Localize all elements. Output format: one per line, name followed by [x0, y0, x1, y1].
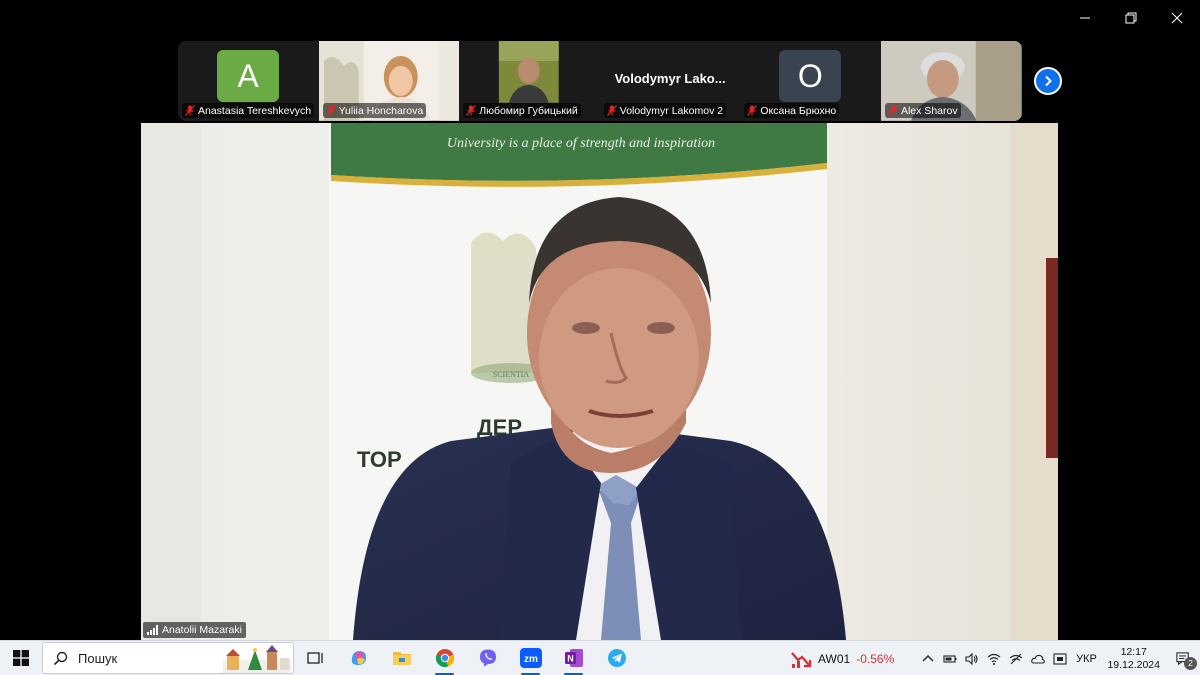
close-button[interactable]: [1154, 0, 1200, 36]
stock-down-icon: [791, 651, 812, 668]
clock-time: 12:17: [1120, 645, 1147, 658]
active-speaker-video[interactable]: University is a place of strength and in…: [141, 123, 1058, 640]
svg-text:SCIENTIA: SCIENTIA: [493, 370, 530, 379]
taskbar-copilot[interactable]: [337, 641, 380, 675]
zoom-icon: zm: [519, 648, 542, 668]
participant-label: Anastasia Tereshkevych: [182, 103, 315, 118]
wifi-icon: [988, 653, 1001, 665]
speaker-name: Anatolii Mazaraki: [162, 624, 242, 636]
tray-chevron-up[interactable]: [917, 641, 939, 675]
chevron-up-icon: [922, 654, 934, 661]
participant-tile[interactable]: O Оксана Брюхно: [740, 41, 881, 121]
participant-tile[interactable]: Любомир Губицький: [459, 41, 600, 121]
avatar: A: [217, 50, 279, 102]
network-off-icon: [1010, 653, 1023, 664]
taskbar-telegram[interactable]: [595, 641, 638, 675]
task-view-button[interactable]: [294, 641, 337, 675]
speaker-name-label: Anatolii Mazaraki: [143, 622, 246, 638]
onenote-icon: N: [564, 649, 583, 667]
volume-icon: [965, 652, 978, 665]
taskbar-onenote[interactable]: N: [552, 641, 595, 675]
holiday-town-icon: [223, 645, 291, 673]
chrome-icon: [435, 649, 454, 668]
participant-strip: A Anastasia Tereshkevych Yuliia Honcharo…: [178, 41, 1022, 121]
participant-label: Alex Sharov: [884, 103, 961, 118]
speaker-video-frame: University is a place of strength and in…: [141, 123, 1058, 640]
minimize-button[interactable]: [1062, 0, 1108, 36]
task-view-icon: [306, 652, 323, 664]
stock-widget[interactable]: AW01 -0.56%: [790, 641, 894, 675]
security-icon: [1053, 652, 1067, 665]
tray-security[interactable]: [1049, 641, 1071, 675]
mic-muted-icon: [466, 105, 477, 116]
chevron-right-icon: [1045, 75, 1052, 87]
start-button[interactable]: [0, 641, 42, 675]
taskbar-search[interactable]: Пошук: [42, 642, 294, 674]
system-tray: УКР 12:17 19.12.2024 2: [917, 641, 1200, 675]
viber-icon: [479, 649, 496, 667]
participant-name: Alex Sharov: [900, 104, 958, 117]
participant-label: Yuliia Honcharova: [322, 103, 427, 118]
mic-muted-icon: [888, 105, 898, 116]
tray-language[interactable]: УКР: [1071, 641, 1101, 675]
wall-text-2: ТОР: [357, 447, 402, 472]
participant-name: Volodymyr Lakomov 2: [619, 104, 724, 117]
search-icon: [53, 651, 68, 665]
telegram-icon: [607, 649, 626, 667]
avatar: O: [779, 50, 842, 102]
mic-muted-icon: [747, 105, 758, 116]
tray-wifi[interactable]: [983, 641, 1005, 675]
tray-network[interactable]: [1005, 641, 1027, 675]
clock-date: 19.12.2024: [1107, 658, 1160, 671]
window-controls: [1062, 0, 1200, 36]
participant-tile[interactable]: Volodymyr Lako... Volodymyr Lakomov 2: [599, 41, 741, 121]
participant-name: Anastasia Tereshkevych: [198, 104, 312, 117]
participant-name: Любомир Губицький: [479, 104, 578, 117]
mic-muted-icon: [325, 105, 336, 116]
notification-center[interactable]: 2: [1166, 641, 1200, 675]
windows-taskbar: Пошук zm N AW01 -0.56% УКР 12:17 19.12.2…: [0, 640, 1200, 675]
copilot-icon: [351, 651, 366, 665]
participant-tile[interactable]: Yuliia Honcharova: [318, 41, 460, 121]
participant-label: Volodymyr Lakomov 2: [603, 103, 727, 118]
banner-slogan: University is a place of strength and in…: [447, 136, 715, 151]
language-indicator: УКР: [1076, 652, 1097, 665]
restore-icon: [1125, 12, 1137, 24]
taskbar-chrome[interactable]: [423, 641, 466, 675]
taskbar-file-explorer[interactable]: [380, 641, 423, 675]
participant-tile[interactable]: A Anastasia Tereshkevych: [178, 41, 319, 121]
tray-volume[interactable]: [961, 641, 983, 675]
tray-battery[interactable]: [939, 641, 961, 675]
svg-text:N: N: [567, 654, 574, 664]
next-page-button[interactable]: [1034, 67, 1062, 95]
notification-badge: 2: [1184, 657, 1197, 670]
mic-muted-icon: [185, 105, 195, 116]
zoom-meeting-window: A Anastasia Tereshkevych Yuliia Honcharo…: [0, 0, 1200, 675]
restore-button[interactable]: [1108, 0, 1154, 36]
mic-muted-icon: [606, 105, 617, 116]
stock-change: -0.56%: [856, 651, 895, 666]
taskbar-clock[interactable]: 12:17 19.12.2024: [1101, 646, 1166, 672]
close-icon: [1171, 12, 1183, 24]
cloud-icon: [1031, 654, 1046, 664]
minimize-icon: [1080, 17, 1090, 19]
participant-name: Оксана Брюхно: [760, 104, 837, 117]
taskbar-viber[interactable]: [466, 641, 509, 675]
svg-text:zm: zm: [524, 654, 538, 665]
search-placeholder: Пошук: [78, 650, 118, 666]
taskbar-zoom[interactable]: zm: [509, 641, 552, 675]
folder-icon: [392, 652, 411, 665]
stock-symbol: AW01: [818, 651, 851, 666]
tray-onedrive[interactable]: [1027, 641, 1049, 675]
participant-tile[interactable]: Alex Sharov: [880, 41, 1022, 121]
participant-name: Yuliia Honcharova: [338, 104, 424, 117]
participant-label: Любомир Губицький: [463, 103, 581, 118]
battery-icon: [943, 654, 957, 663]
participant-display-name: Volodymyr Lako...: [614, 71, 726, 86]
windows-logo-icon: [13, 650, 29, 666]
signal-strength-icon: [147, 625, 159, 635]
participant-label: Оксана Брюхно: [744, 103, 840, 118]
